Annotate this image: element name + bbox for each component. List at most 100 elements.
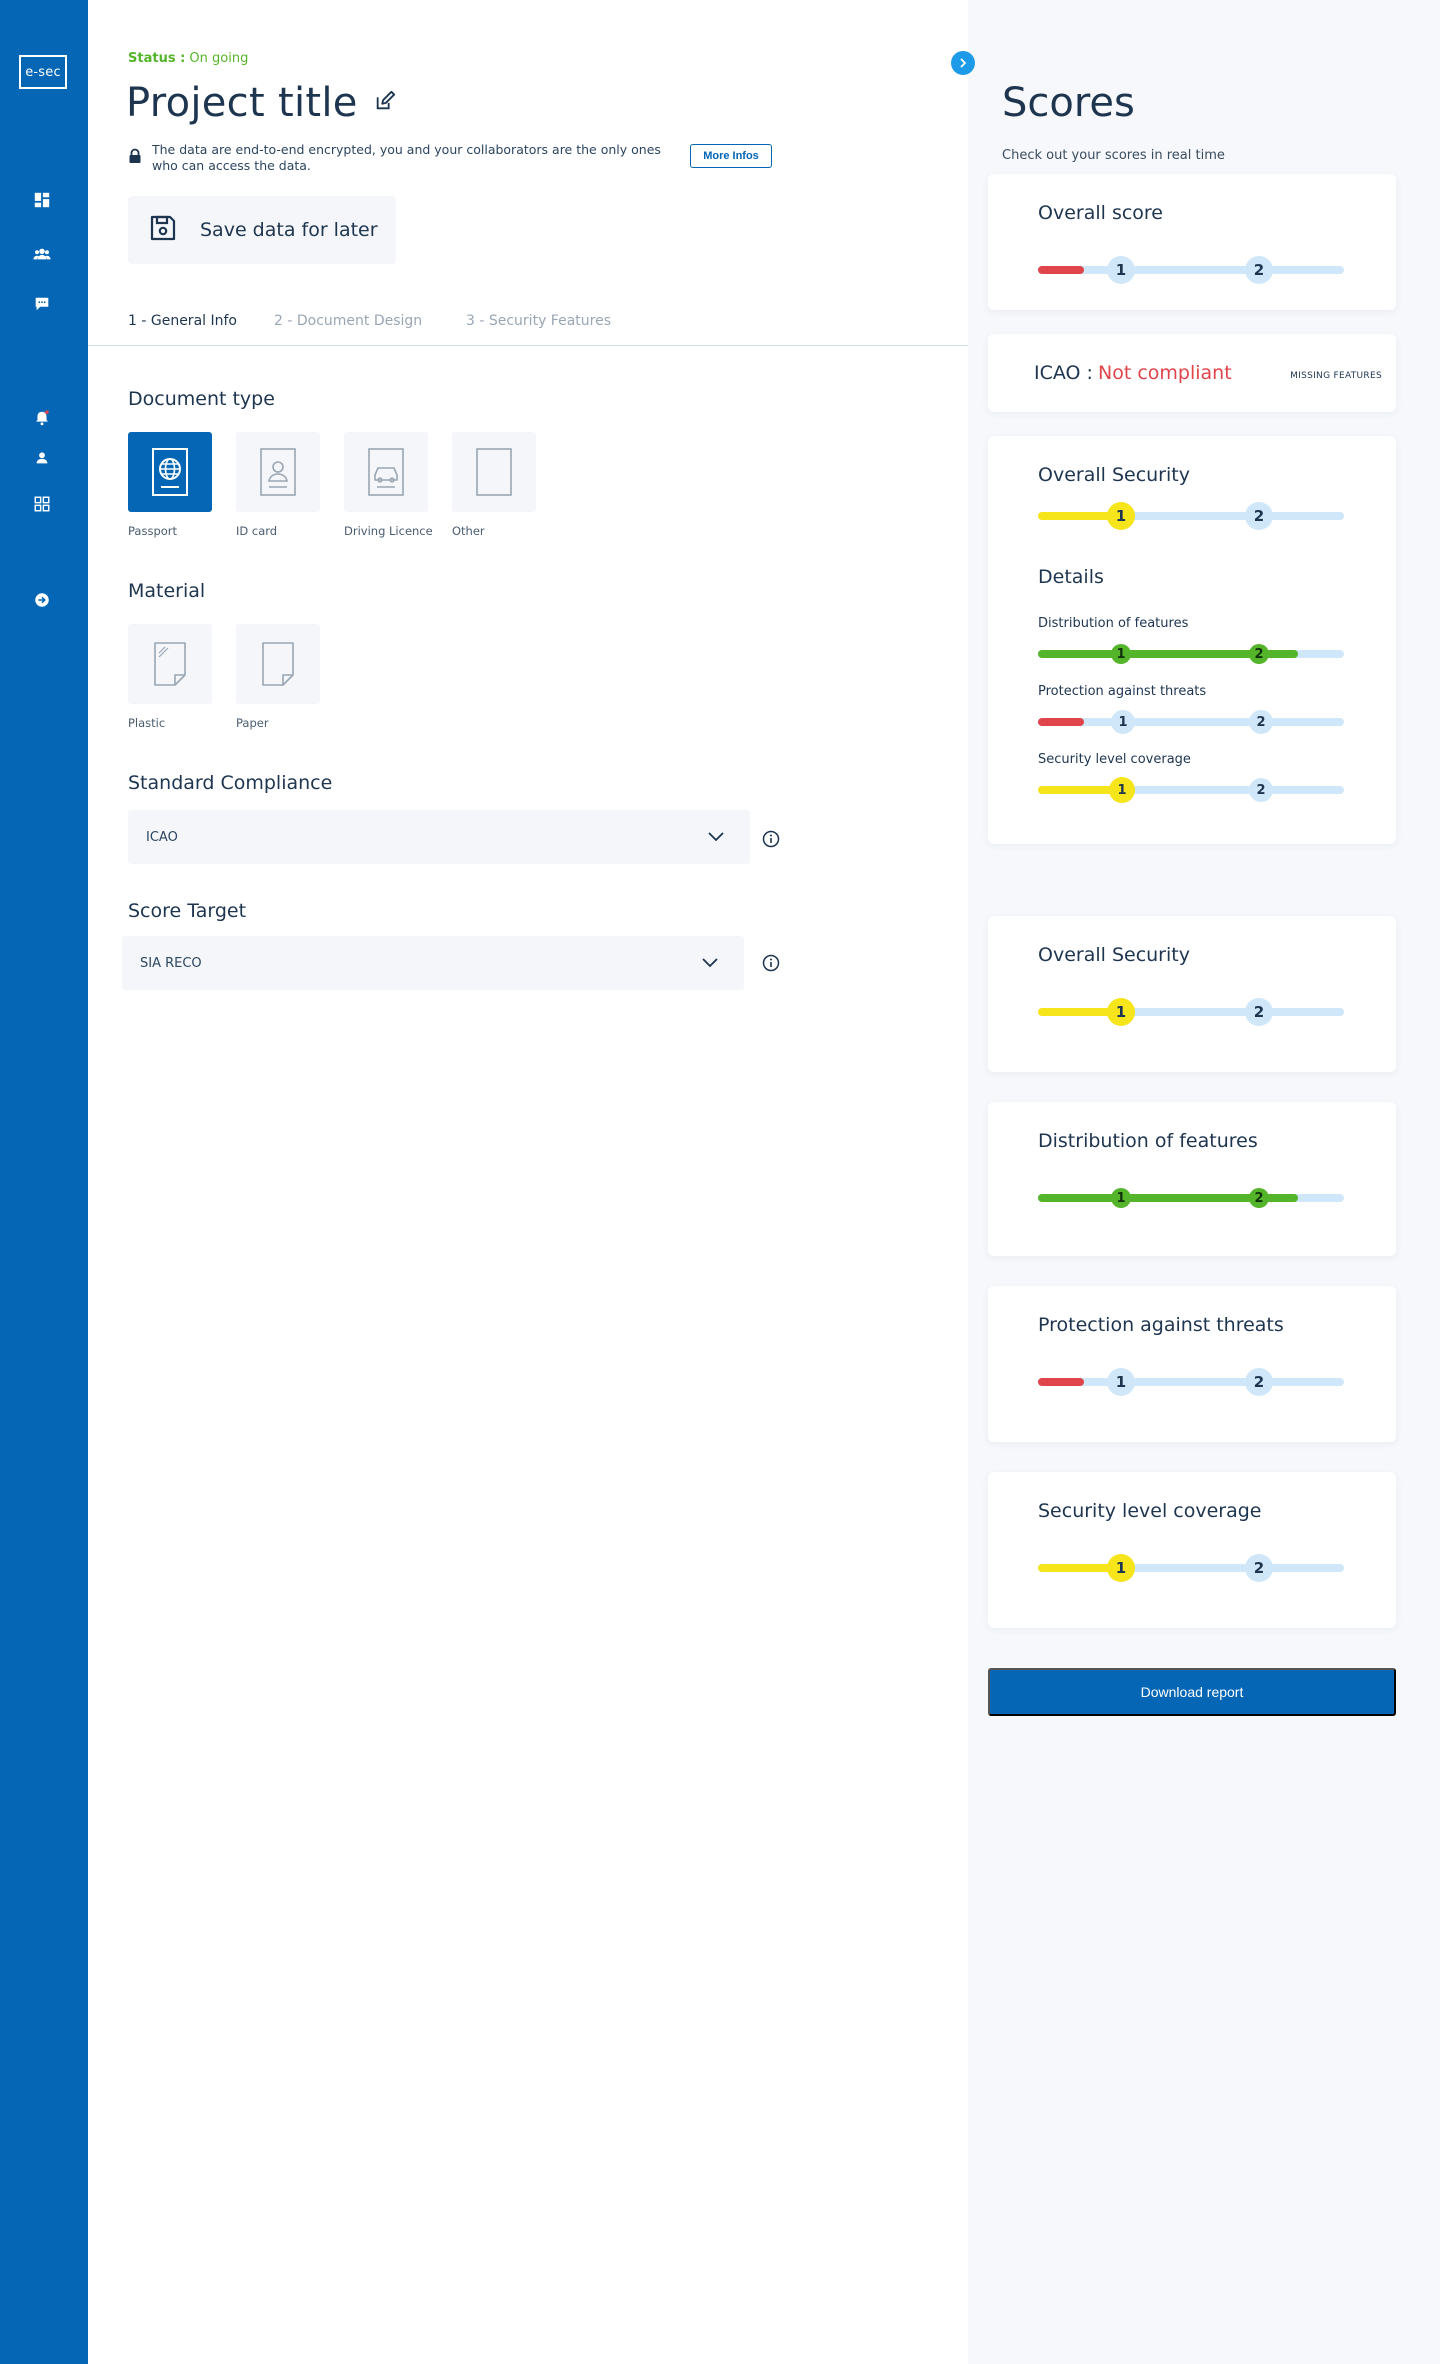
icao-label: ICAO : xyxy=(1034,362,1093,384)
save-data-label: Save data for later xyxy=(200,219,378,241)
user-icon[interactable] xyxy=(32,448,52,468)
tab-security-features[interactable]: 3 - Security Features xyxy=(466,313,611,329)
option-label-driving-licence: Driving Licence xyxy=(344,524,433,538)
coverage-card: Security level coverage 1 2 xyxy=(988,1472,1396,1628)
score-marker-1: 1 xyxy=(1107,998,1135,1026)
plastic-icon xyxy=(154,642,186,686)
detail-title-coverage: Security level coverage xyxy=(1038,752,1191,767)
info-icon[interactable] xyxy=(762,830,780,848)
project-status: Status : On going xyxy=(128,51,248,66)
score-marker-1: 1 xyxy=(1111,644,1131,664)
status-label: Status : xyxy=(128,51,186,66)
panel-toggle-button[interactable] xyxy=(951,51,975,75)
lock-icon xyxy=(128,142,142,168)
chevron-down-icon xyxy=(706,826,726,850)
overall-security-title: Overall Security xyxy=(1038,464,1190,486)
tab-general-info[interactable]: 1 - General Info xyxy=(128,313,237,329)
main-content: Status : On going Project title The data… xyxy=(88,0,968,2364)
details-label: Details xyxy=(1038,566,1104,588)
detail-track-protection: 1 2 xyxy=(1038,710,1344,734)
document-option-driving-licence[interactable] xyxy=(344,432,428,512)
card-title: Protection against threats xyxy=(1038,1314,1284,1336)
score-marker-2: 2 xyxy=(1245,998,1273,1026)
score-marker-2: 2 xyxy=(1249,778,1273,802)
score-target-select[interactable]: SIA RECO xyxy=(122,936,744,990)
overall-security-details-card: Overall Security 1 2 Details Distributio… xyxy=(988,436,1396,844)
score-marker-1: 1 xyxy=(1111,1188,1131,1208)
download-report-button[interactable]: Download report xyxy=(988,1668,1396,1716)
score-fill xyxy=(1038,718,1084,726)
scores-subtitle: Check out your scores in real time xyxy=(1002,148,1225,163)
card-track: 1 2 xyxy=(1038,1188,1344,1208)
other-document-icon xyxy=(476,448,512,496)
option-label-id-card: ID card xyxy=(236,524,278,538)
card-track: 1 2 xyxy=(1038,1554,1344,1582)
title-row: Project title xyxy=(126,80,396,126)
detail-track-coverage: 1 2 xyxy=(1038,777,1344,803)
option-label-other: Other xyxy=(452,524,485,538)
card-title: Security level coverage xyxy=(1038,1500,1262,1522)
info-icon[interactable] xyxy=(762,954,780,972)
overall-security-card: Overall Security 1 2 xyxy=(988,916,1396,1072)
distribution-card: Distribution of features 1 2 xyxy=(988,1102,1396,1256)
score-fill xyxy=(1038,1378,1084,1386)
document-option-passport[interactable] xyxy=(128,432,212,512)
detail-track-distribution: 1 2 xyxy=(1038,644,1344,664)
grid-icon[interactable] xyxy=(32,494,52,514)
overall-score-track: 1 2 xyxy=(1038,256,1344,284)
edit-title-icon[interactable] xyxy=(374,90,396,116)
tab-bar: 1 - General Info 2 - Document Design 3 -… xyxy=(88,313,968,346)
more-infos-button[interactable]: More Infos xyxy=(690,144,772,168)
score-marker-2: 2 xyxy=(1245,1368,1273,1396)
score-marker-2: 2 xyxy=(1245,1554,1273,1582)
save-data-button[interactable]: Save data for later xyxy=(128,196,396,264)
users-icon[interactable] xyxy=(32,244,52,264)
missing-features-link[interactable]: MISSING FEATURES xyxy=(1290,371,1382,381)
icao-status-badge: Not compliant xyxy=(1098,362,1232,384)
chevron-down-icon xyxy=(700,952,720,976)
score-marker-1: 1 xyxy=(1109,777,1135,803)
bell-icon[interactable] xyxy=(32,408,52,428)
score-marker-1: 1 xyxy=(1107,256,1135,284)
page-title: Project title xyxy=(126,80,358,126)
standard-compliance-value: ICAO xyxy=(146,829,178,845)
driving-licence-icon xyxy=(368,448,404,496)
option-label-plastic: Plastic xyxy=(128,716,166,730)
standard-compliance-label: Standard Compliance xyxy=(128,772,333,794)
card-title: Distribution of features xyxy=(1038,1130,1258,1152)
card-title: Overall Security xyxy=(1038,944,1190,966)
document-option-other[interactable] xyxy=(452,432,536,512)
overall-score-card: Overall score 1 2 xyxy=(988,174,1396,310)
score-marker-2: 2 xyxy=(1249,1188,1269,1208)
score-marker-2: 2 xyxy=(1245,502,1273,530)
document-type-label: Document type xyxy=(128,388,275,410)
id-card-icon xyxy=(260,448,296,496)
score-marker-1: 1 xyxy=(1107,1554,1135,1582)
material-option-plastic[interactable] xyxy=(128,624,212,704)
document-option-id-card[interactable] xyxy=(236,432,320,512)
logout-icon[interactable] xyxy=(32,590,52,610)
score-marker-1: 1 xyxy=(1107,502,1135,530)
standard-compliance-select[interactable]: ICAO xyxy=(128,810,750,864)
paper-icon xyxy=(262,642,294,686)
dashboard-icon[interactable] xyxy=(32,190,52,210)
chat-icon[interactable] xyxy=(32,294,52,314)
tab-document-design[interactable]: 2 - Document Design xyxy=(274,313,422,329)
option-label-passport: Passport xyxy=(128,524,178,538)
status-value: On going xyxy=(189,51,249,66)
score-target-value: SIA RECO xyxy=(140,955,202,971)
detail-title-protection: Protection against threats xyxy=(1038,684,1207,699)
app-logo[interactable]: e-sec xyxy=(19,55,67,89)
encryption-text: The data are end-to-end encrypted, you a… xyxy=(152,142,661,173)
chevron-right-icon xyxy=(960,58,967,68)
score-marker-2: 2 xyxy=(1249,710,1273,734)
score-marker-1: 1 xyxy=(1111,710,1135,734)
card-track: 1 2 xyxy=(1038,998,1344,1026)
score-marker-1: 1 xyxy=(1107,1368,1135,1396)
encryption-notice: The data are end-to-end encrypted, you a… xyxy=(128,142,672,174)
material-option-paper[interactable] xyxy=(236,624,320,704)
overall-security-track: 1 2 xyxy=(1038,502,1344,530)
scores-panel: Scores Check out your scores in real tim… xyxy=(968,0,1440,2364)
option-label-paper: Paper xyxy=(236,716,269,730)
floppy-disk-icon xyxy=(148,213,178,247)
